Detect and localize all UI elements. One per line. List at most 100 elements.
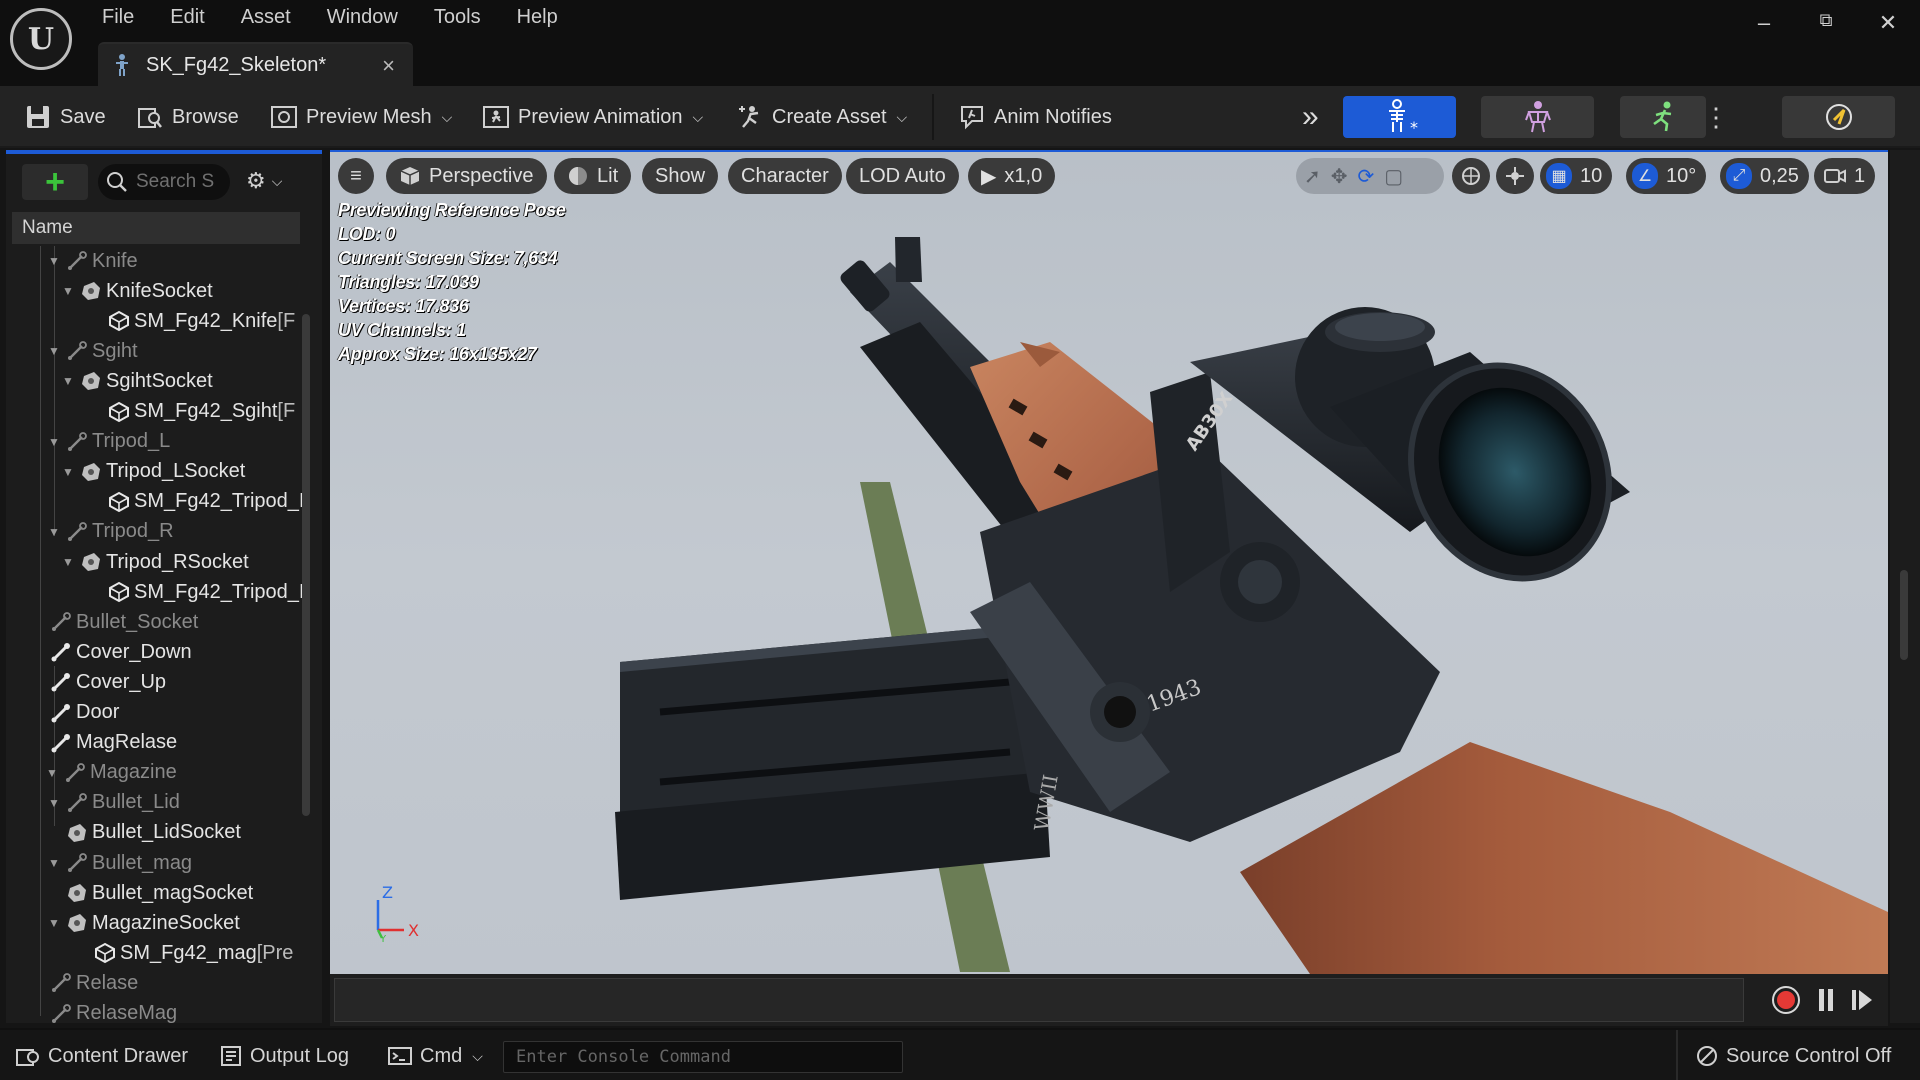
scale-tool-icon[interactable]: ▢ — [1384, 164, 1403, 189]
tree-settings-button[interactable]: ⚙ ⌵ — [246, 168, 282, 194]
save-button[interactable]: Save — [24, 99, 106, 135]
tree-row-socket[interactable]: ▼ KnifeSocket — [62, 276, 213, 306]
tree-row-bone-white[interactable]: MagRelase — [46, 728, 177, 758]
search-input[interactable]: Search S — [98, 164, 230, 200]
expand-arrow-icon[interactable]: ▼ — [48, 344, 62, 358]
scale-snap-button[interactable]: ⤢ 0,25 — [1720, 158, 1809, 194]
expand-arrow-icon[interactable]: ▼ — [62, 284, 76, 298]
expand-arrow-icon[interactable]: ▼ — [46, 766, 60, 780]
tree-row-mesh[interactable]: SM_Fg42_Knife [F — [104, 306, 295, 336]
menu-help[interactable]: Help — [499, 4, 576, 30]
lit-button[interactable]: Lit — [554, 158, 632, 194]
toolbar-overflow-icon[interactable]: » — [1302, 99, 1319, 135]
menu-edit[interactable]: Edit — [152, 4, 222, 30]
lod-button[interactable]: LOD Auto — [846, 158, 959, 194]
tree-row-bone[interactable]: ▼ Magazine — [46, 758, 177, 788]
play-rate-button[interactable]: ▶ x1,0 — [968, 158, 1056, 194]
content-drawer-label: Content Drawer — [48, 1044, 189, 1067]
rotation-snap-button[interactable]: ∠ 10° — [1626, 158, 1707, 194]
tree-row-bone[interactable]: ▼ Tripod_R — [48, 517, 174, 547]
perspective-button[interactable]: Perspective — [386, 158, 547, 194]
expand-arrow-icon[interactable]: ▼ — [48, 435, 62, 449]
menu-file[interactable]: File — [84, 4, 152, 30]
grid-snap-button[interactable]: ▦ 10 — [1540, 158, 1613, 194]
physics-mode-button[interactable] — [1782, 96, 1895, 138]
pause-button[interactable] — [1810, 984, 1842, 1016]
tree-row-socket[interactable]: ▼ Tripod_LSocket — [62, 457, 245, 487]
tree-row-label: Cover_Up — [76, 670, 167, 693]
rotation-snap-value: 10° — [1666, 164, 1697, 187]
expand-arrow-icon[interactable]: ▼ — [48, 796, 62, 810]
tree-row-bone[interactable]: Bullet_Socket — [46, 607, 198, 637]
tree-row-bone[interactable]: ▼ Sgiht — [48, 336, 138, 366]
tree-row-bone[interactable]: ▼ Tripod_L — [48, 427, 170, 457]
tree-row-bone[interactable]: ▼ Bullet_mag — [48, 848, 192, 878]
source-control-button[interactable]: Source Control Off — [1696, 1030, 1891, 1080]
tree-row-bone[interactable]: RelaseMag — [46, 999, 177, 1024]
status-bar: Content Drawer Output Log Cmd ⌵ Enter Co… — [0, 1028, 1920, 1080]
tree-row-bone-white[interactable]: Cover_Up — [46, 667, 166, 697]
tree-row-mesh[interactable]: SM_Fg42_mag [Pre — [90, 938, 293, 968]
restore-icon[interactable]: ⧉ — [1806, 10, 1846, 40]
timeline-scrubber[interactable] — [334, 978, 1744, 1022]
step-forward-button[interactable] — [1846, 984, 1878, 1016]
tree-row-mesh[interactable]: SM_Fg42_Sgiht [F — [104, 397, 295, 427]
rotate-tool-icon[interactable]: ⟳ — [1358, 164, 1375, 189]
right-panel-scrollbar[interactable] — [1900, 570, 1908, 660]
content-drawer-button[interactable]: Content Drawer — [16, 1030, 188, 1080]
cmd-dropdown[interactable]: Cmd ⌵ — [388, 1030, 483, 1080]
show-button[interactable]: Show — [642, 158, 719, 194]
viewport-menu-button[interactable]: ≡ — [338, 158, 374, 194]
more-options-icon[interactable]: ⋮ — [1703, 96, 1729, 138]
window-close-icon[interactable]: ✕ — [1868, 10, 1908, 40]
browse-button[interactable]: Browse — [136, 99, 239, 135]
viewport[interactable]: 1943 WWII AB30X ≡ Perspective Lit Show C… — [330, 152, 1888, 974]
tree-row-socket[interactable]: ▼ MagazineSocket — [48, 908, 240, 938]
tree-row-socket[interactable]: Bullet_LidSocket — [62, 818, 241, 848]
tree-row-mesh[interactable]: SM_Fg42_Tripod_I — [104, 577, 304, 607]
preview-animation-button[interactable]: Preview Animation ⌵ — [482, 99, 703, 135]
menu-tools[interactable]: Tools — [416, 4, 499, 30]
anim-notifies-button[interactable]: Anim Notifies — [958, 99, 1112, 135]
unreal-logo-icon[interactable]: U — [10, 8, 72, 70]
expand-arrow-icon[interactable]: ▼ — [62, 555, 76, 569]
expand-arrow-icon[interactable]: ▼ — [48, 254, 62, 268]
tree-row-socket[interactable]: ▼ SgihtSocket — [62, 366, 213, 396]
name-column-header[interactable]: Name — [12, 212, 300, 244]
skeleton-mode-button[interactable]: * — [1343, 96, 1456, 138]
menu-window[interactable]: Window — [309, 4, 416, 30]
world-local-button[interactable] — [1452, 158, 1490, 194]
select-tool-icon[interactable]: ➚ — [1304, 164, 1321, 189]
tree-row-bone-white[interactable]: Door — [46, 698, 119, 728]
expand-arrow-icon[interactable]: ▼ — [62, 374, 76, 388]
chevron-down-icon: ⌵ — [441, 108, 453, 125]
expand-arrow-icon[interactable]: ▼ — [48, 916, 62, 930]
camera-speed-button[interactable]: 1 — [1814, 158, 1876, 194]
close-tab-icon[interactable]: × — [382, 53, 395, 79]
character-button[interactable]: Character — [728, 158, 842, 194]
tree-scrollbar[interactable] — [302, 314, 310, 816]
console-command-input[interactable]: Enter Console Command — [503, 1041, 903, 1073]
tree-row-bone[interactable]: ▼ Knife — [48, 246, 138, 276]
menu-asset[interactable]: Asset — [223, 4, 309, 30]
record-button[interactable] — [1770, 984, 1802, 1016]
expand-arrow-icon[interactable]: ▼ — [48, 525, 62, 539]
tree-row-mesh[interactable]: SM_Fg42_Tripod_I — [104, 487, 304, 517]
output-log-button[interactable]: Output Log — [220, 1030, 349, 1080]
expand-arrow-icon[interactable]: ▼ — [62, 465, 76, 479]
document-tab[interactable]: SK_Fg42_Skeleton* × — [98, 42, 413, 86]
preview-mesh-button[interactable]: Preview Mesh ⌵ — [270, 99, 452, 135]
mesh-mode-button[interactable] — [1481, 96, 1594, 138]
tree-row-socket[interactable]: Bullet_magSocket — [62, 878, 253, 908]
expand-arrow-icon[interactable]: ▼ — [48, 856, 62, 870]
translate-tool-icon[interactable]: ✥ — [1331, 164, 1348, 189]
tree-row-socket[interactable]: ▼ Tripod_RSocket — [62, 547, 249, 577]
surface-snap-button[interactable] — [1496, 158, 1534, 194]
tree-row-bone[interactable]: Relase — [46, 968, 138, 998]
tree-row-bone-white[interactable]: Cover_Down — [46, 637, 192, 667]
animation-mode-button[interactable] — [1620, 96, 1706, 138]
tree-row-bone[interactable]: ▼ Bullet_Lid — [48, 788, 180, 818]
create-asset-button[interactable]: Create Asset ⌵ — [736, 99, 907, 135]
add-button[interactable]: + — [22, 163, 88, 201]
minimize-icon[interactable]: – — [1744, 10, 1784, 40]
